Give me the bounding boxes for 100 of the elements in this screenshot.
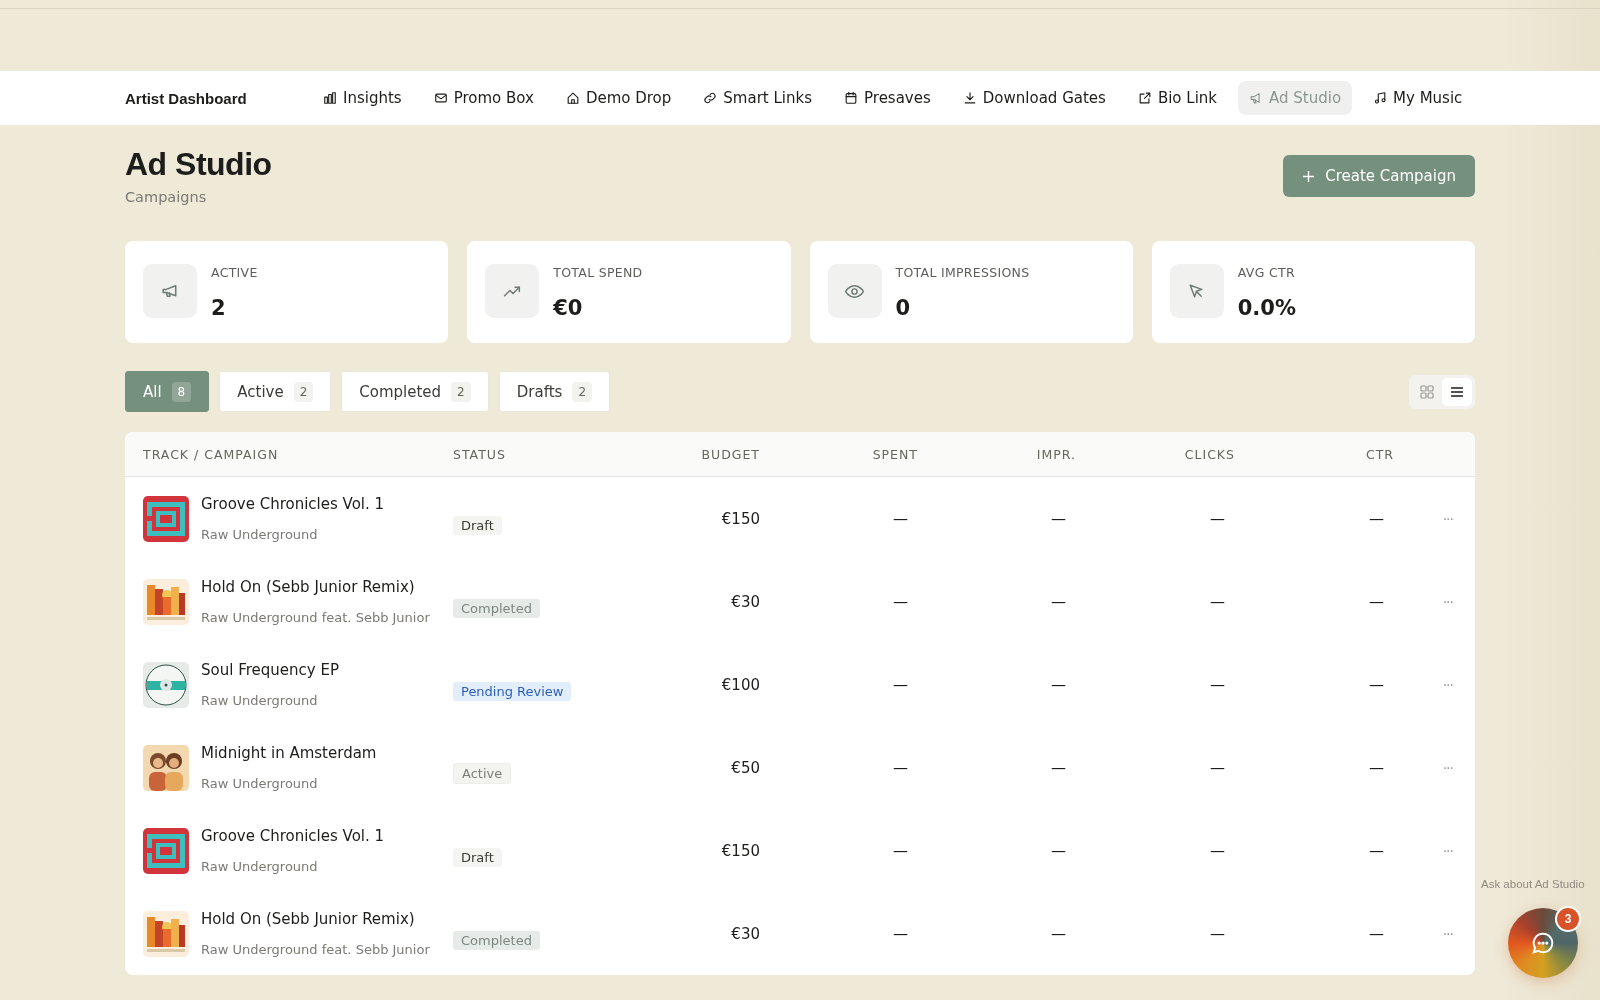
count-badge: 2 [572,381,592,402]
table-cell-text: — [1209,509,1226,528]
link-icon [703,91,718,105]
budget-cell-text: €100 [720,675,760,694]
table-row[interactable]: Groove Chronicles Vol. 1 Raw Underground Draft €150 — — — — ··· [125,477,1475,560]
artist-name: Raw Underground feat. Sebb Junior [201,610,430,625]
table-row[interactable]: Hold On (Sebb Junior Remix) Raw Underground feat. Sebb Junior Completed €30 — — — — ··· [125,560,1475,643]
filter-tab[interactable]: Drafts 2 [498,371,610,412]
calendar-icon [844,91,858,105]
table-cell-text: — [892,509,909,528]
table-cell-text: — [892,758,909,777]
list-view-button[interactable] [1442,377,1472,406]
table-cell-text: — [1209,841,1226,860]
table-cell-text: — [1368,592,1385,611]
table-cell-text: — [1050,758,1067,777]
budget-cell-text: €50 [730,758,760,777]
page-title: Ad Studio [125,145,272,183]
table-cell-text: — [892,841,909,860]
column-header: TRACK / CAMPAIGN [143,446,280,462]
stat-value: €0 [553,295,584,320]
track-title: Hold On (Sebb Junior Remix) [201,578,416,596]
table-cell-text: — [1050,675,1067,694]
count-badge: 2 [293,381,314,402]
stat-label: TOTAL IMPRESSIONS [895,264,1030,280]
nav-tab[interactable]: Presaves [833,81,942,115]
chat-assistant-button[interactable] [1508,908,1578,978]
table-cell-text: — [1368,841,1385,860]
nav-tab[interactable]: Insights [312,81,413,115]
table-row[interactable]: Hold On (Sebb Junior Remix) Raw Underground feat. Sebb Junior Completed €30 — — — — ··· [125,892,1475,975]
table-cell-text: — [892,592,909,611]
budget-cell-text: €30 [730,592,760,611]
table-cell-text: — [1050,841,1067,860]
track-title: Groove Chronicles Vol. 1 [201,827,385,845]
column-header: STATUS [453,446,507,462]
nav-tab[interactable]: My Music [1362,81,1474,115]
music-note-icon [1373,91,1388,105]
status-badge: Completed [453,598,540,618]
artist-name: Raw Underground [201,527,319,542]
table-row[interactable]: Soul Frequency EP Raw Underground Pending Review €100 — — — — ··· [125,643,1475,726]
column-header: SPENT [871,446,918,462]
notification-badge: 3 [1555,906,1581,932]
column-header: CTR [1364,446,1394,462]
envelope-icon [433,91,448,105]
nav-tab[interactable]: Demo Drop [554,81,683,115]
nav-tab[interactable]: Bio Link [1126,81,1228,115]
filter-tab[interactable]: Completed 2 [341,371,489,412]
table-cell-text: — [1050,509,1067,528]
plus-icon [1302,169,1316,183]
stat-label: AVG CTR [1237,264,1296,280]
nav-tab[interactable]: Smart Links [692,81,823,115]
track-title: Soul Frequency EP [201,661,339,679]
table-cell-text: — [1050,592,1067,611]
track-title: Groove Chronicles Vol. 1 [201,495,385,513]
column-header: CLICKS [1183,446,1235,462]
table-cell-text: — [1368,924,1385,943]
table-cell-text: — [1209,758,1226,777]
page-subtitle: Campaigns [125,189,208,205]
nav-tab[interactable]: Download Gates [951,81,1117,115]
table-row[interactable]: Groove Chronicles Vol. 1 Raw Underground Draft €150 — — — — ··· [125,809,1475,892]
artist-name: Raw Underground [201,693,319,708]
track-title: Midnight in Amsterdam [201,744,377,762]
external-link-icon [1137,91,1152,105]
count-badge: 8 [171,381,192,402]
status-badge: Completed [453,930,540,950]
table-cell-text: — [1209,592,1226,611]
table-cell-text: — [1209,675,1226,694]
chat-bubble-icon [1530,930,1556,956]
artist-name: Raw Underground feat. Sebb Junior [201,942,430,957]
table-cell-text: — [1050,924,1067,943]
house-icon [565,91,580,105]
stat-value: 0.0% [1237,295,1296,320]
budget-cell-text: €150 [720,841,760,860]
status-badge: Pending Review [453,681,572,701]
track-title: Hold On (Sebb Junior Remix) [201,910,416,928]
brand-name: Artist Dashboard [125,89,248,107]
nav-tab[interactable]: Promo Box [422,81,545,115]
table-cell-text: — [1368,509,1385,528]
status-badge: Active [453,763,512,784]
table-cell-text: — [892,675,909,694]
budget-cell-text: €150 [720,509,760,528]
stat-label: ACTIVE [211,264,258,280]
download-icon [962,91,977,105]
stat-value: 2 [211,295,227,320]
table-cell-text: — [1368,758,1385,777]
count-badge: 2 [451,381,471,402]
filter-tab[interactable]: Active 2 [219,371,332,412]
artist-name: Raw Underground [201,859,319,874]
artist-name: Raw Underground [201,776,319,791]
assistant-hint: Ask about Ad Studio [1481,878,1585,890]
stat-label: TOTAL SPEND [553,264,643,280]
megaphone-icon [1249,91,1263,105]
status-badge: Draft [453,515,502,535]
status-badge: Draft [453,847,502,867]
table-row[interactable]: Midnight in Amsterdam Raw Underground Active €50 — — — — ··· [125,726,1475,809]
bar-chart-icon [323,91,337,105]
budget-cell-text: €30 [730,924,760,943]
grid-icon [1419,383,1435,400]
column-header: BUDGET [700,446,760,462]
table-cell-text: — [1209,924,1226,943]
stat-value: 0 [895,295,912,320]
